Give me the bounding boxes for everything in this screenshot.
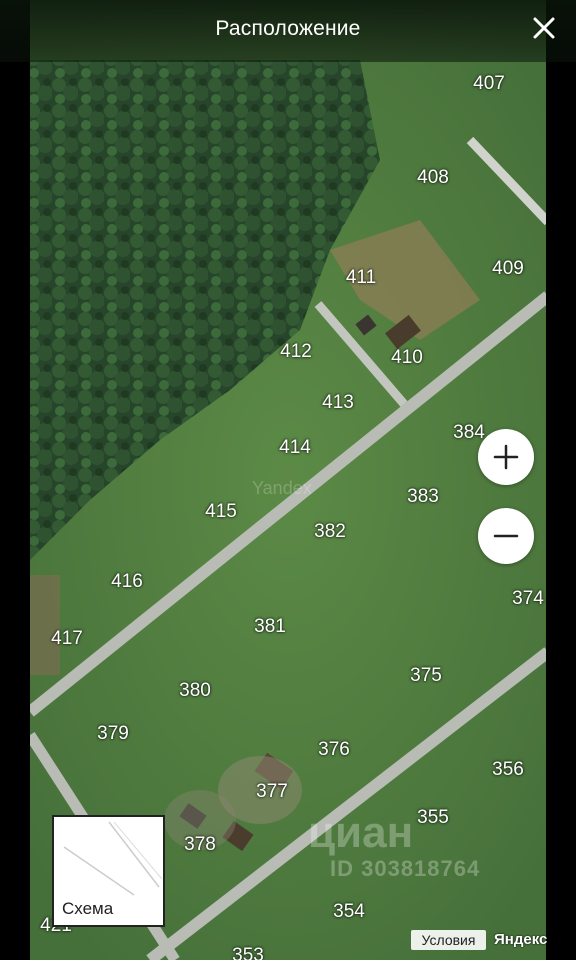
map-header: Расположение — [0, 0, 576, 62]
scheme-thumbnail-icon — [63, 821, 163, 896]
plot-label-375[interactable]: 375 — [410, 665, 442, 687]
plot-label-354[interactable]: 354 — [333, 901, 365, 923]
brand-watermark: циан — [308, 808, 414, 857]
plot-label-414[interactable]: 414 — [279, 437, 311, 459]
listing-id-watermark: ID 303818764 — [330, 856, 481, 881]
plot-label-416[interactable]: 416 — [111, 571, 143, 593]
plot-label-410[interactable]: 410 — [391, 347, 423, 369]
left-letterbox — [0, 0, 30, 960]
minus-icon — [493, 534, 519, 538]
plot-label-378[interactable]: 378 — [184, 834, 216, 856]
map-provider-watermark: Yandex — [252, 478, 312, 498]
plot-label-356[interactable]: 356 — [492, 759, 524, 781]
plot-label-374[interactable]: 374 — [512, 588, 544, 610]
plus-icon — [493, 444, 519, 470]
scheme-label: Схема — [62, 899, 114, 918]
plot-label-384[interactable]: 384 — [453, 422, 485, 444]
plot-label-382[interactable]: 382 — [314, 521, 346, 543]
close-icon — [533, 17, 555, 39]
plot-label-412[interactable]: 412 — [280, 341, 312, 363]
right-letterbox — [546, 0, 576, 960]
zoom-in-button[interactable] — [478, 429, 534, 485]
plot-label-415[interactable]: 415 — [205, 501, 237, 523]
plot-label-381[interactable]: 381 — [254, 616, 286, 638]
page-title: Расположение — [215, 17, 361, 40]
plot-label-411[interactable]: 411 — [346, 267, 376, 289]
plot-label-355[interactable]: 355 — [417, 807, 449, 829]
plot-label-408[interactable]: 408 — [417, 167, 449, 189]
plot-label-377[interactable]: 377 — [256, 781, 288, 803]
plot-label-383[interactable]: 383 — [407, 486, 439, 508]
plot-label-407[interactable]: 407 — [473, 73, 505, 95]
plot-label-409[interactable]: 409 — [492, 258, 524, 280]
plot-label-376[interactable]: 376 — [318, 739, 350, 761]
close-button[interactable] — [526, 10, 562, 46]
plot-label-379[interactable]: 379 — [97, 723, 129, 745]
plot-label-417[interactable]: 417 — [51, 628, 83, 650]
plot-label-380[interactable]: 380 — [179, 680, 211, 702]
provider-logo: Яндекс — [494, 931, 548, 948]
scheme-toggle-button[interactable]: Схема — [52, 815, 165, 927]
plot-label-353[interactable]: 353 — [232, 945, 264, 960]
zoom-out-button[interactable] — [478, 508, 534, 564]
terms-link[interactable]: Условия — [411, 930, 486, 950]
plot-label-413[interactable]: 413 — [322, 392, 354, 414]
